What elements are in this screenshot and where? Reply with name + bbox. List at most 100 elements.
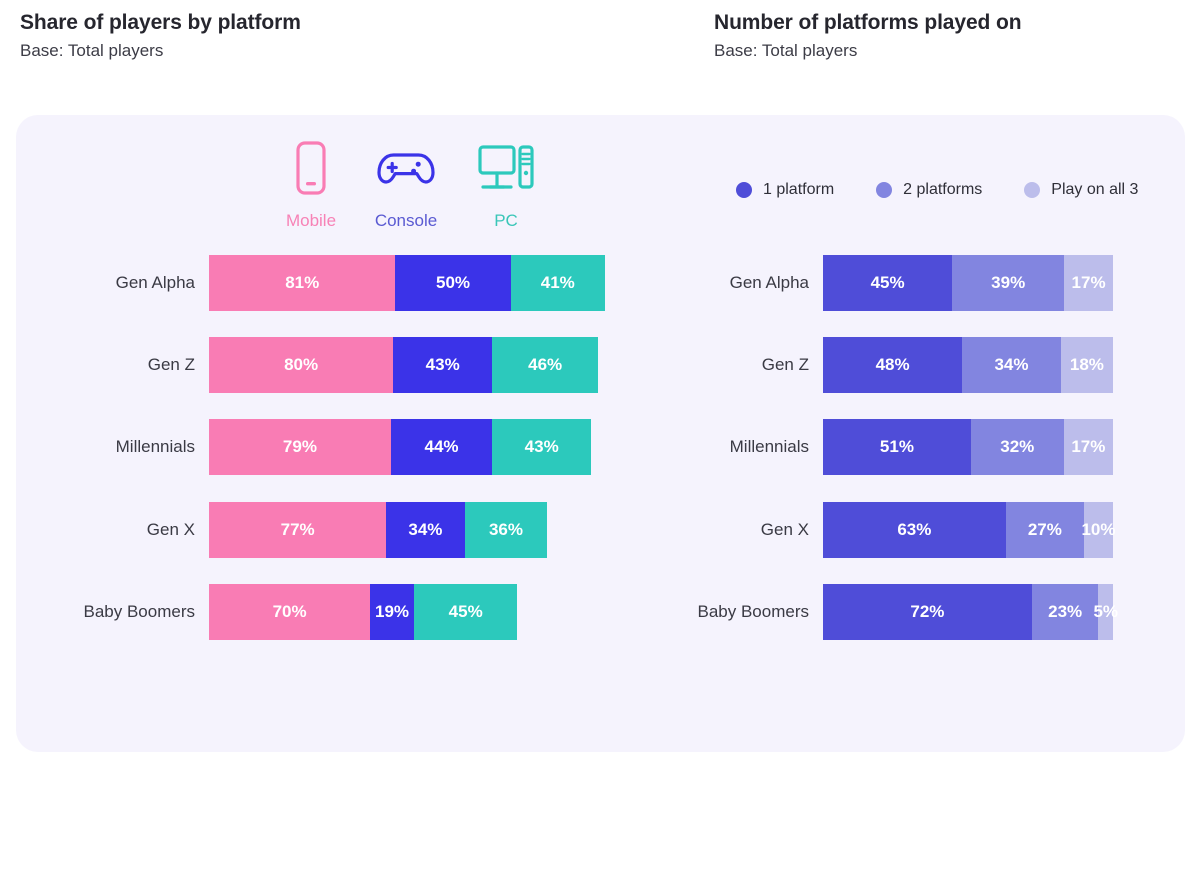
- stacked-bar: 81% 50% 41%: [209, 255, 605, 311]
- platform-legend-item-mobile: Mobile: [261, 136, 361, 232]
- platform-count-legend: 1 platform 2 platforms Play on all 3: [736, 180, 1138, 200]
- bar-segment: 5%: [1093, 584, 1118, 640]
- bar-value-label: 41%: [540, 273, 575, 292]
- table-row: Baby Boomers 70% 19% 45%: [84, 584, 518, 640]
- platform-label-pc: PC: [494, 211, 518, 230]
- right-chart-title: Number of platforms played on: [714, 11, 1022, 34]
- bar-value-label: 17%: [1071, 437, 1106, 456]
- bar-segment: 19%: [370, 584, 414, 640]
- bar-segment: 79%: [209, 419, 391, 475]
- game-controller-icon: [356, 136, 456, 200]
- bar-segment: 45%: [413, 584, 518, 640]
- bar-value-label: 43%: [524, 437, 559, 456]
- bar-segment: 23%: [1031, 584, 1099, 640]
- mobile-phone-icon: [261, 136, 361, 200]
- right-chart-header: Number of platforms played on Base: Tota…: [714, 0, 1022, 64]
- legend-label-play-on-all-3: Play on all 3: [1051, 181, 1139, 198]
- platform-label-mobile: Mobile: [285, 211, 337, 230]
- bar-value-label: 36%: [488, 520, 523, 539]
- row-label: Gen Alpha: [115, 273, 195, 292]
- bar-value-label: 45%: [448, 602, 483, 621]
- left-chart-title: Share of players by platform: [20, 11, 301, 34]
- left-chart-subtitle: Base: Total players: [20, 41, 164, 60]
- platform-label-console: Console: [374, 211, 438, 230]
- bar-value-label: 48%: [875, 355, 910, 374]
- legend-swatch-play-on-all-3: [1024, 182, 1041, 198]
- bar-value-label: 27%: [1027, 520, 1062, 539]
- right-chart-rows: Gen Alpha 45% 39% 17% Gen Z 48% 34% 18% Millenni…: [698, 255, 1200, 892]
- bar-segment: 45%: [823, 255, 953, 311]
- bar-value-label: 81%: [285, 273, 320, 292]
- bar-segment: 80%: [209, 337, 394, 393]
- platform-legend-item-console: Console: [356, 136, 456, 232]
- table-row: Baby Boomers 72% 23% 5%: [698, 584, 1118, 640]
- stacked-bar: 79% 44% 43%: [209, 419, 592, 475]
- bar-value-label: 43%: [425, 355, 460, 374]
- bar-segment: 72%: [823, 584, 1032, 640]
- bar-segment: 10%: [1081, 502, 1116, 558]
- bar-value-label: 18%: [1069, 355, 1104, 374]
- bar-value-label: 32%: [1000, 437, 1035, 456]
- row-label: Gen Z: [761, 355, 809, 374]
- legend-swatch-1-platform: [736, 182, 752, 198]
- row-label: Millennials: [115, 437, 195, 456]
- bar-segment: 51%: [823, 419, 971, 475]
- bar-segment: 18%: [1060, 337, 1113, 393]
- bar-segment: 63%: [823, 502, 1006, 558]
- table-row: Millennials 79% 44% 43%: [116, 419, 592, 475]
- stacked-bar: 77% 34% 36%: [209, 502, 548, 558]
- stacked-bar: 72% 23% 5%: [823, 584, 1118, 640]
- stacked-bar: 48% 34% 18%: [823, 337, 1113, 393]
- legend-label-1-platform: 1 platform: [763, 181, 835, 198]
- number-of-platforms-chart: 1 platform 2 platforms Play on all 3 Gen…: [636, 115, 1185, 752]
- left-chart-header: Share of players by platform Base: Total…: [20, 0, 301, 64]
- bar-value-label: 19%: [375, 602, 410, 621]
- bar-segment: 34%: [386, 502, 465, 558]
- right-chart-subtitle: Base: Total players: [714, 41, 858, 60]
- bar-value-label: 23%: [1048, 602, 1083, 621]
- bar-segment: 81%: [209, 255, 396, 311]
- bar-segment: 46%: [492, 337, 599, 393]
- bar-segment: 34%: [962, 337, 1061, 393]
- bar-segment: 27%: [1005, 502, 1084, 558]
- platform-legend-item-pc: PC: [456, 136, 556, 232]
- legend-item-2-platforms[interactable]: 2 platforms: [876, 180, 982, 200]
- bar-segment: 17%: [1064, 255, 1113, 311]
- table-row: Gen X 77% 34% 36%: [147, 502, 548, 558]
- bar-value-label: 70%: [272, 602, 307, 621]
- bar-segment: 44%: [390, 419, 493, 475]
- platform-legend: Mobile Console PC: [209, 136, 569, 241]
- stacked-bar: 80% 43% 46%: [209, 337, 599, 393]
- bar-segment: 43%: [492, 419, 592, 475]
- bar-segment: 39%: [952, 255, 1065, 311]
- desktop-computer-icon: [456, 136, 556, 200]
- charts-panel: Mobile Console PC Gen Alpha 81% 50% 41% …: [16, 115, 1185, 752]
- stacked-bar: 63% 27% 10%: [823, 502, 1116, 558]
- bar-segment: 36%: [464, 502, 548, 558]
- bar-segment: 43%: [393, 337, 493, 393]
- bar-value-label: 80%: [284, 355, 319, 374]
- bar-value-label: 50%: [436, 273, 471, 292]
- bar-segment: 50%: [395, 255, 511, 311]
- stacked-bar: 45% 39% 17%: [823, 255, 1113, 311]
- legend-item-play-on-all-3[interactable]: Play on all 3: [1024, 180, 1138, 200]
- bar-value-label: 45%: [870, 273, 905, 292]
- row-label: Baby Boomers: [83, 602, 196, 621]
- table-row: Gen Alpha 45% 39% 17%: [730, 255, 1113, 311]
- bar-value-label: 63%: [897, 520, 932, 539]
- bar-value-label: 72%: [910, 602, 945, 621]
- bar-value-label: 34%: [994, 355, 1029, 374]
- row-label: Baby Boomers: [697, 602, 810, 621]
- bar-value-label: 77%: [280, 520, 315, 539]
- row-label: Millennials: [729, 437, 809, 456]
- table-row: Gen Z 48% 34% 18%: [762, 337, 1113, 393]
- table-row: Gen X 63% 27% 10%: [761, 502, 1116, 558]
- legend-item-1-platform[interactable]: 1 platform: [736, 180, 834, 200]
- table-row: Gen Z 80% 43% 46%: [148, 337, 599, 393]
- chart-page: Share of players by platform Base: Total…: [0, 0, 1200, 756]
- row-label: Gen X: [146, 520, 195, 539]
- bar-value-label: 51%: [879, 437, 914, 456]
- table-row: Gen Alpha 81% 50% 41%: [116, 255, 605, 311]
- bar-segment: 17%: [1063, 419, 1113, 475]
- share-of-players-chart: Mobile Console PC Gen Alpha 81% 50% 41% …: [16, 115, 636, 752]
